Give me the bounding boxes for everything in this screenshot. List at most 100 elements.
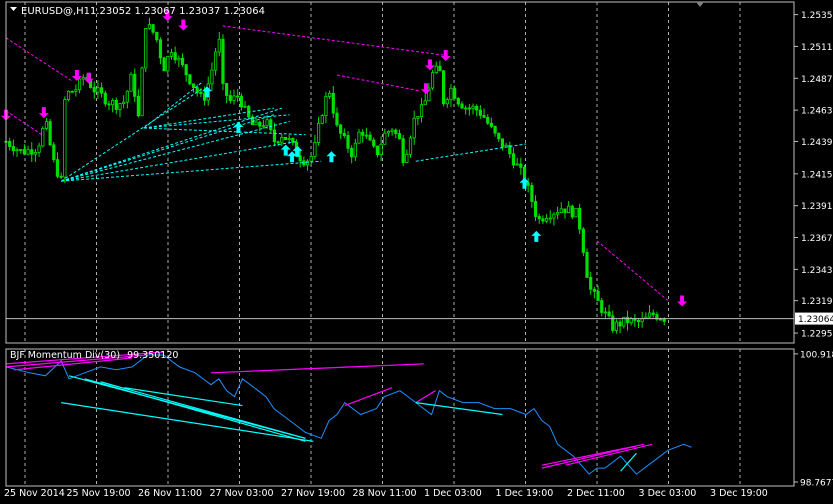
y-tick-label: 1.23199: [801, 297, 833, 307]
candle-body: [544, 217, 549, 222]
candle-body: [346, 135, 350, 149]
x-tick-label: 1 Dec 03:00: [424, 488, 482, 499]
candle-body: [574, 207, 578, 218]
candle-body: [320, 115, 324, 124]
candle-body: [497, 132, 501, 140]
candle: [63, 96, 67, 184]
candle-body: [361, 131, 365, 136]
candle-body: [129, 73, 133, 92]
candle-body: [44, 121, 49, 129]
candle-body: [445, 99, 449, 105]
candle-body: [169, 52, 174, 57]
x-tick-label: 25 Nov 19:00: [67, 488, 131, 499]
candle-body: [625, 316, 630, 324]
x-tick-label: 3 Dec 19:00: [710, 488, 768, 499]
candle-body: [533, 201, 538, 217]
candle-body: [114, 100, 118, 110]
candle: [48, 118, 52, 147]
candle-body: [221, 38, 225, 84]
candle-body: [48, 121, 52, 146]
candle-body: [328, 92, 332, 97]
candle-body: [63, 99, 67, 178]
candle-body: [493, 126, 497, 134]
candle-body: [482, 114, 486, 118]
candle-body: [265, 119, 269, 127]
candle-body: [74, 89, 78, 92]
candle-body: [199, 92, 203, 95]
candle-body: [526, 182, 530, 186]
candle-body: [636, 320, 641, 323]
candle-body: [339, 124, 343, 134]
x-tick-label: 3 Dec 03:00: [639, 488, 697, 499]
candle-body: [467, 107, 471, 110]
candle: [41, 126, 45, 148]
candle-body: [434, 65, 438, 74]
candle-body: [548, 217, 552, 220]
candle-body: [136, 95, 140, 117]
candle-body: [144, 28, 148, 69]
y-tick-label: 1.24155: [801, 170, 833, 180]
candle-body: [442, 70, 446, 105]
candle-body: [55, 159, 60, 177]
candle-body: [552, 213, 556, 219]
x-tick-label: 26 Nov 11:00: [138, 488, 202, 499]
candle-body: [26, 149, 30, 155]
candle-body: [236, 95, 240, 98]
candle-body: [589, 277, 593, 290]
candle-body: [530, 185, 534, 202]
candle-body: [8, 141, 12, 147]
candle-body: [92, 87, 96, 93]
candle-body: [486, 117, 490, 124]
candle-body: [177, 57, 181, 61]
candle-body: [556, 212, 560, 215]
candle-body: [578, 207, 582, 230]
candle-body: [122, 101, 126, 104]
candle-body: [19, 149, 23, 151]
candle-body: [272, 129, 277, 143]
candle: [408, 135, 413, 158]
candle-body: [232, 95, 236, 101]
candle-body: [438, 65, 442, 72]
ohlc-header: 1.23052 1.23067 1.23037 1.23064: [90, 6, 265, 17]
y-tick-label: 1.24635: [801, 107, 833, 117]
candle-body: [478, 109, 482, 116]
candle-body: [519, 163, 523, 168]
candle-body: [269, 119, 273, 131]
candle-body: [11, 146, 15, 152]
candle-body: [607, 311, 611, 317]
y-tick-label: 1.23915: [801, 202, 833, 212]
candle-body: [408, 137, 413, 155]
candle: [188, 74, 192, 86]
candle-body: [33, 152, 38, 155]
candle-body: [342, 132, 346, 136]
candle-body: [66, 90, 71, 100]
y-tick-label: 1.22955: [801, 330, 833, 340]
y-tick-label: 1.25115: [801, 43, 833, 53]
candle-body: [401, 138, 405, 163]
candle-body: [335, 112, 339, 126]
y-tick-label: 1.25355: [801, 11, 833, 21]
candle-body: [125, 90, 129, 103]
candle: [442, 69, 446, 107]
candle-body: [570, 205, 574, 218]
candle-body: [515, 163, 519, 166]
candle-body: [353, 142, 357, 158]
candle: [52, 142, 56, 163]
candle-body: [309, 156, 313, 162]
candle-body: [313, 142, 317, 157]
candle-body: [217, 38, 221, 53]
candle-body: [368, 134, 372, 141]
candle-body: [77, 78, 82, 91]
candle-body: [41, 128, 45, 147]
candle-body: [52, 144, 56, 161]
candle-body: [118, 103, 122, 110]
candle-body: [210, 69, 214, 85]
candle-body: [180, 57, 185, 66]
candle-body: [254, 121, 258, 126]
candle-body: [416, 116, 420, 119]
x-tick-label: 25 Nov 2014: [4, 488, 65, 499]
y-tick-label: 100.918: [800, 350, 833, 360]
candle-body: [243, 105, 247, 108]
candle: [66, 90, 71, 102]
candle-body: [147, 24, 152, 29]
